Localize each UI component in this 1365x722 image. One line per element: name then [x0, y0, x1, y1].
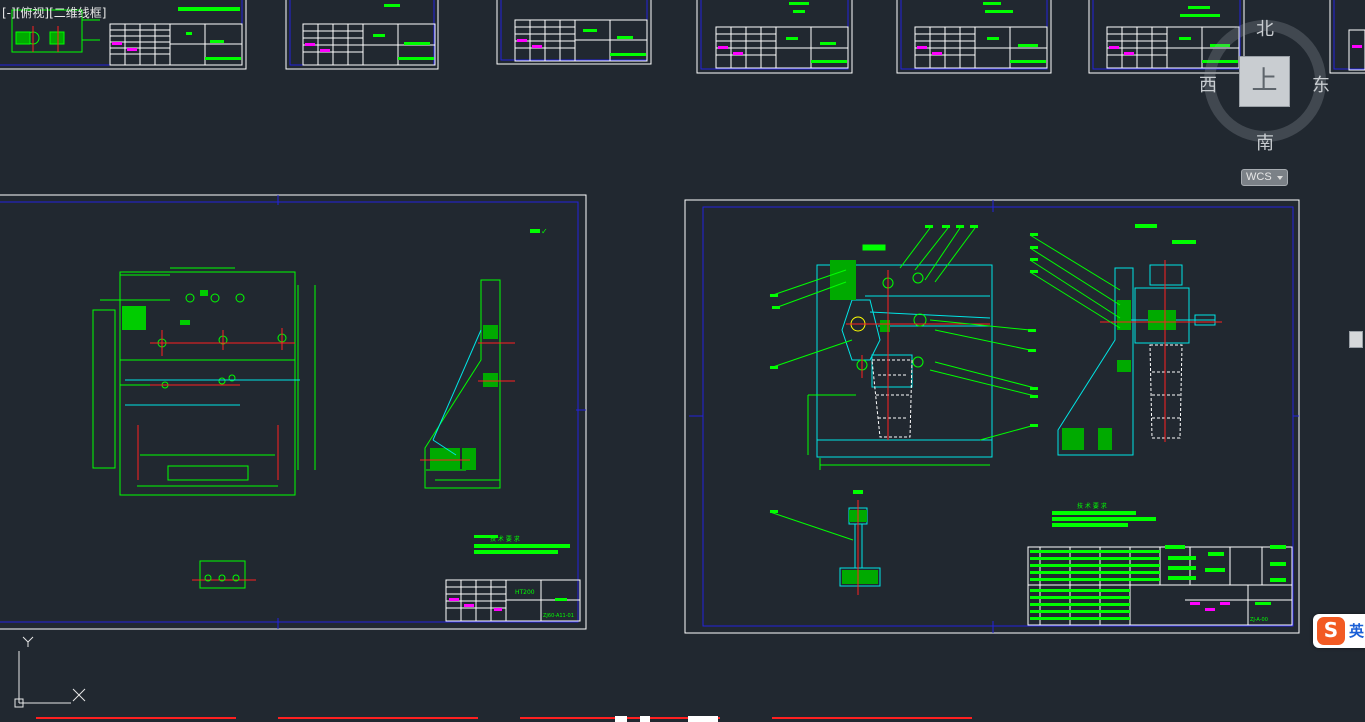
- svg-text:HT200: HT200: [515, 589, 535, 596]
- wcs-label: WCS: [1246, 171, 1272, 183]
- visual-style-wireframe[interactable]: [二维线框]: [49, 6, 106, 20]
- wcs-menu-button[interactable]: WCS: [1241, 169, 1288, 186]
- compass-south[interactable]: 南: [1256, 129, 1274, 155]
- view-mode-top[interactable]: [俯视]: [16, 6, 49, 20]
- compass-west[interactable]: 西: [1199, 71, 1217, 97]
- view-cube-top-face[interactable]: 上: [1239, 56, 1290, 107]
- ime-indicator[interactable]: S 英: [1313, 614, 1365, 648]
- svg-text:技 术 要 求: 技 术 要 求: [1077, 502, 1107, 510]
- sogou-logo-icon: S: [1317, 617, 1345, 645]
- svg-text:技 术 要 求: 技 术 要 求: [490, 535, 520, 543]
- svg-text:ZJ-A-00: ZJ-A-00: [1250, 617, 1268, 623]
- svg-text:ZJ60-A11-01: ZJ60-A11-01: [543, 613, 574, 619]
- svg-text:✓: ✓: [541, 227, 548, 236]
- compass-east[interactable]: 东: [1312, 71, 1330, 97]
- compass-north[interactable]: 北: [1256, 15, 1274, 41]
- vertical-scrollbar-thumb[interactable]: [1349, 331, 1363, 348]
- chevron-down-icon: [1277, 176, 1283, 180]
- model-space-canvas[interactable]: ✓ 技 术 要 求 HT200 ZJ60-A11-01 技 术 要 求 ZJ-A…: [0, 0, 1365, 722]
- ime-mode-label: 英: [1349, 622, 1365, 640]
- viewport-controls-label: [-][俯视][二维线框]: [2, 4, 106, 21]
- viewport-menu-toggle[interactable]: [-]: [2, 6, 16, 20]
